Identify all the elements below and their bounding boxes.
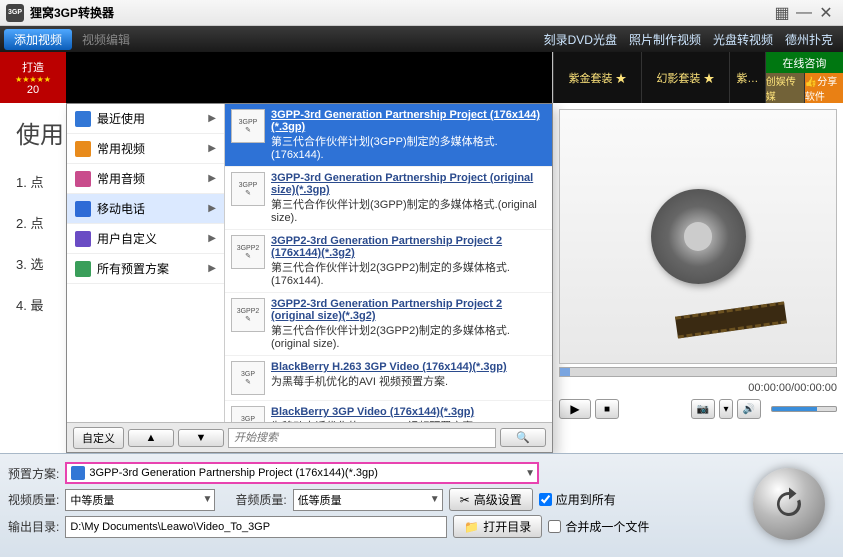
- refresh-icon: [771, 486, 807, 522]
- chevron-right-icon: ▶: [208, 263, 216, 274]
- online-consult-button[interactable]: 在线咨询: [765, 52, 843, 73]
- snapshot-menu-button[interactable]: ▾: [719, 399, 733, 419]
- category-icon: [75, 171, 91, 187]
- app-logo: 3GP: [6, 4, 24, 22]
- banner-ad[interactable]: 幻影套装 ★: [641, 52, 729, 103]
- video-quality-combo[interactable]: 中等质量▼: [65, 489, 215, 511]
- search-button[interactable]: 🔍: [500, 428, 546, 447]
- edit-video-button[interactable]: 视频编辑: [72, 29, 140, 50]
- chevron-right-icon: ▶: [208, 203, 216, 214]
- preset-popup: 最近使用▶常用视频▶常用音频▶移动电话▶用户自定义▶所有预置方案▶ 3GPP✎3…: [66, 103, 553, 453]
- output-path-input[interactable]: [65, 516, 447, 538]
- preset-icon: 3GPP✎: [231, 109, 265, 143]
- preset-icon: 3GPP2✎: [231, 235, 265, 269]
- progress-slider[interactable]: [559, 367, 837, 377]
- close-button[interactable]: ✕: [815, 4, 837, 22]
- time-display: 00:00:00/00:00:00: [748, 382, 837, 394]
- toolbar-link[interactable]: 照片制作视频: [629, 31, 701, 48]
- play-button[interactable]: ▶: [559, 399, 591, 419]
- device-icon: [71, 466, 85, 480]
- preset-item[interactable]: 3GP✎BlackBerry H.263 3GP Video (176x144)…: [225, 356, 552, 401]
- category-icon: [75, 111, 91, 127]
- banner-cybw[interactable]: 创娱传媒: [765, 73, 804, 103]
- advanced-button[interactable]: ✂高级设置: [449, 488, 533, 511]
- volume-slider[interactable]: [771, 406, 837, 412]
- category-item[interactable]: 常用音频▶: [67, 164, 224, 194]
- preset-icon: 3GPP✎: [231, 172, 265, 206]
- merge-checkbox[interactable]: 合并成一个文件: [548, 518, 649, 535]
- banner-promo[interactable]: 打造 ★★★★★ 20: [0, 52, 66, 103]
- preset-item[interactable]: 3GPP2✎3GPP2-3rd Generation Partnership P…: [225, 230, 552, 293]
- film-reel-icon: [651, 189, 746, 284]
- preset-item[interactable]: 3GPP✎3GPP-3rd Generation Partnership Pro…: [225, 104, 552, 167]
- up-button[interactable]: ▲: [128, 429, 174, 447]
- volume-button[interactable]: 🔊: [737, 399, 761, 419]
- stop-button[interactable]: ■: [595, 399, 619, 419]
- preset-icon: 3GP✎: [231, 361, 265, 395]
- output-label: 输出目录:: [8, 518, 59, 535]
- video-quality-label: 视频质量:: [8, 491, 59, 508]
- category-icon: [75, 261, 91, 277]
- share-button[interactable]: 👍分享软件: [804, 73, 843, 103]
- preset-item[interactable]: 3GPP✎3GPP-3rd Generation Partnership Pro…: [225, 167, 552, 230]
- category-icon: [75, 141, 91, 157]
- down-button[interactable]: ▼: [178, 429, 224, 447]
- toolbar-link[interactable]: 光盘转视频: [713, 31, 773, 48]
- audio-quality-combo[interactable]: 低等质量▼: [293, 489, 443, 511]
- category-item[interactable]: 最近使用▶: [67, 104, 224, 134]
- preset-combo[interactable]: 3GPP-3rd Generation Partnership Project …: [65, 462, 539, 484]
- custom-button[interactable]: 自定义: [73, 427, 124, 449]
- preset-label: 预置方案:: [8, 465, 59, 482]
- convert-button[interactable]: [753, 468, 825, 540]
- preset-item[interactable]: 3GPP2✎3GPP2-3rd Generation Partnership P…: [225, 293, 552, 356]
- chevron-right-icon: ▶: [208, 143, 216, 154]
- chevron-right-icon: ▶: [208, 113, 216, 124]
- toolbar-link[interactable]: 刻录DVD光盘: [544, 31, 617, 48]
- add-video-button[interactable]: 添加视频: [4, 29, 72, 50]
- tools-icon: ✂: [460, 493, 470, 507]
- chevron-right-icon: ▶: [208, 173, 216, 184]
- category-item[interactable]: 常用视频▶: [67, 134, 224, 164]
- toolbar-link[interactable]: 德州扑克: [785, 31, 833, 48]
- category-item[interactable]: 移动电话▶: [67, 194, 224, 224]
- folder-icon: 📁: [464, 520, 479, 534]
- preview-area: [559, 109, 837, 364]
- banner-ad[interactable]: 紫…: [729, 52, 765, 103]
- category-icon: [75, 201, 91, 217]
- category-item[interactable]: 所有预置方案▶: [67, 254, 224, 284]
- open-folder-button[interactable]: 📁打开目录: [453, 515, 542, 538]
- filmstrip-icon: [675, 301, 787, 338]
- preset-icon: 3GPP2✎: [231, 298, 265, 332]
- options-button[interactable]: ▦: [771, 4, 793, 22]
- banner-ad[interactable]: 紫金套装 ★: [553, 52, 641, 103]
- chevron-right-icon: ▶: [208, 233, 216, 244]
- app-title: 狸窝3GP转换器: [30, 4, 771, 21]
- category-item[interactable]: 用户自定义▶: [67, 224, 224, 254]
- search-input[interactable]: [228, 428, 496, 448]
- minimize-button[interactable]: —: [793, 4, 815, 22]
- category-icon: [75, 231, 91, 247]
- audio-quality-label: 音频质量:: [235, 491, 286, 508]
- apply-all-checkbox[interactable]: 应用到所有: [539, 491, 616, 508]
- snapshot-button[interactable]: 📷: [691, 399, 715, 419]
